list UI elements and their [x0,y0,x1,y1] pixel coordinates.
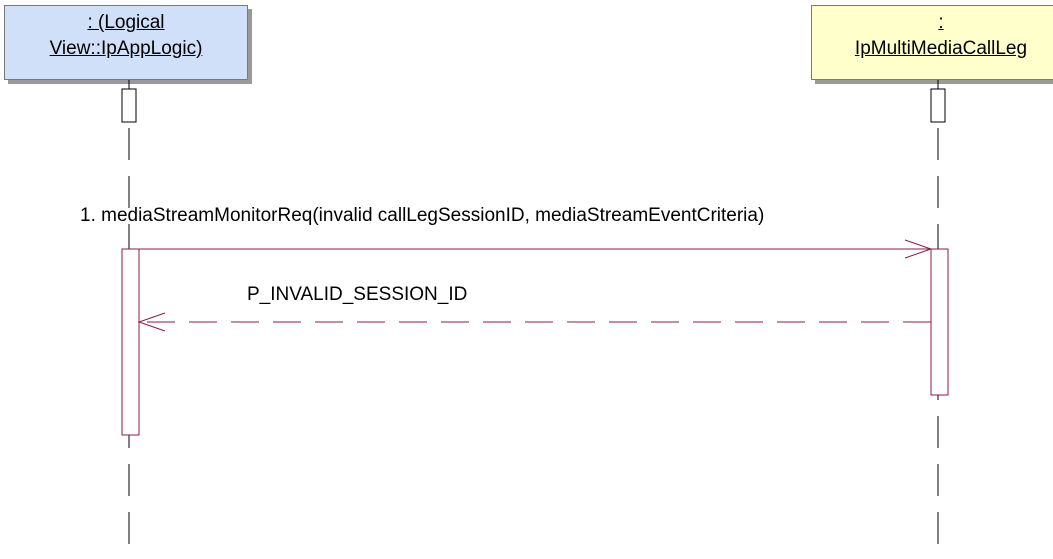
activation-top-ipmultimediacallleg [930,88,946,123]
activation-bar-ipmultimediacallleg [930,248,949,396]
activation-bar-ipapplogic [121,248,140,436]
message-label-return: P_INVALID_SESSION_ID [247,284,468,305]
message-label-call: 1. mediaStreamMonitorReq(invalid callLeg… [80,205,765,226]
activation-top-ipapplogic [121,88,137,123]
sequence-diagram-canvas [121,80,949,559]
